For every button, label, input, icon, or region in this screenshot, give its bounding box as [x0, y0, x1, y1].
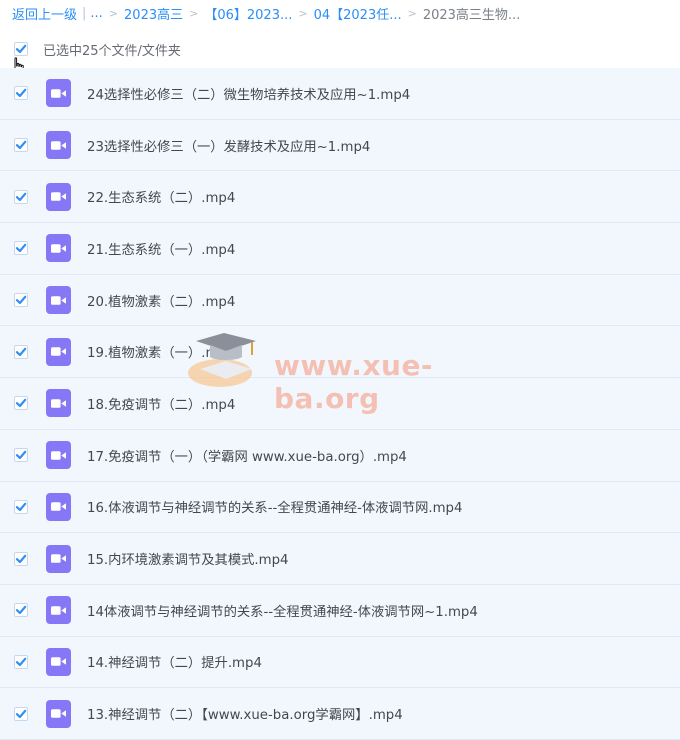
breadcrumb-separator: >: [189, 6, 199, 20]
file-row[interactable]: 22.生态系统（二）.mp4: [0, 171, 680, 224]
video-file-icon: [46, 337, 71, 366]
video-file-icon: [46, 234, 71, 263]
file-name[interactable]: 14体液调节与神经调节的关系--全程贯通神经-体液调节网~1.mp4: [87, 601, 478, 620]
file-row[interactable]: 20.植物激素（二）.mp4: [0, 274, 680, 327]
file-name[interactable]: 20.植物激素（二）.mp4: [87, 291, 235, 310]
breadcrumb-separator: >: [298, 6, 308, 20]
checkmark-icon: [15, 502, 27, 511]
file-row[interactable]: 15.内环境激素调节及其模式.mp4: [0, 533, 680, 585]
file-row[interactable]: 21.生态系统（一）.mp4: [0, 223, 680, 275]
select-all-checkbox[interactable]: [14, 42, 28, 56]
file-row[interactable]: 14体液调节与神经调节的关系--全程贯通神经-体液调节网~1.mp4: [0, 584, 680, 637]
file-name[interactable]: 16.体液调节与神经调节的关系--全程贯通神经-体液调节网.mp4: [87, 497, 462, 516]
file-row[interactable]: 17.免疫调节（一）（学霸网 www.xue-ba.org）.mp4: [0, 429, 680, 482]
file-row[interactable]: 13.神经调节（二）【www.xue-ba.org学霸网】.mp4: [0, 688, 680, 740]
selection-count: 已选中25个文件/文件夹: [43, 43, 181, 59]
checkmark-icon: [15, 657, 27, 667]
row-checkbox[interactable]: [14, 603, 28, 618]
file-name[interactable]: 13.神经调节（二）【www.xue-ba.org学霸网】.mp4: [87, 704, 403, 723]
checkmark-icon: [15, 554, 27, 563]
checkmark-icon: [15, 605, 27, 615]
breadcrumb-separator: >: [407, 6, 417, 20]
breadcrumb-separator: >: [108, 6, 119, 20]
checkmark-icon: [15, 347, 27, 356]
checkmark-icon: [15, 44, 27, 54]
row-checkbox[interactable]: [14, 499, 28, 514]
breadcrumb: 返回上一级 | ... > 2023高三 > 【06】2023... > 04【…: [0, 0, 680, 26]
breadcrumb-ellipsis[interactable]: ...: [90, 6, 102, 21]
checkmark-icon: [15, 244, 27, 253]
checkmark-icon: [15, 89, 27, 98]
row-checkbox[interactable]: [14, 654, 28, 669]
breadcrumb-current: 2023高三生物...: [422, 7, 521, 23]
file-row[interactable]: 23选择性必修三（一）发酵技术及应用~1.mp4: [0, 119, 680, 172]
file-row[interactable]: 14.神经调节（二）提升.mp4: [0, 636, 680, 689]
row-checkbox[interactable]: [14, 448, 28, 463]
file-name[interactable]: 17.免疫调节（一）（学霸网 www.xue-ba.org）.mp4: [87, 446, 407, 465]
row-checkbox[interactable]: [14, 138, 28, 153]
selection-bar: 已选中25个文件/文件夹: [0, 32, 680, 66]
video-file-icon: [46, 131, 71, 160]
back-link[interactable]: 返回上一级: [12, 4, 77, 23]
video-file-icon: [46, 596, 71, 625]
breadcrumb-item[interactable]: 2023高三: [124, 4, 183, 23]
video-file-icon: [46, 79, 71, 108]
row-checkbox[interactable]: [14, 293, 28, 308]
checkmark-icon: [15, 399, 27, 408]
row-checkbox[interactable]: [14, 344, 28, 359]
video-file-icon: [46, 647, 71, 676]
checkmark-icon: [15, 709, 27, 718]
file-row[interactable]: 24选择性必修三（二）微生物培养技术及应用~1.mp4: [0, 68, 680, 120]
video-file-icon: [46, 699, 71, 728]
file-name[interactable]: 23选择性必修三（一）发酵技术及应用~1.mp4: [87, 136, 370, 155]
video-file-icon: [46, 441, 71, 470]
row-checkbox[interactable]: [14, 189, 28, 204]
checkmark-icon: [15, 295, 27, 305]
video-file-icon: [46, 286, 71, 315]
checkmark-icon: [15, 140, 27, 150]
file-name[interactable]: 21.生态系统（一）.mp4: [87, 239, 235, 258]
file-name[interactable]: 14.神经调节（二）提升.mp4: [87, 652, 262, 671]
row-checkbox[interactable]: [14, 86, 28, 101]
row-checkbox[interactable]: [14, 241, 28, 256]
video-file-icon: [46, 389, 71, 418]
breadcrumb-item[interactable]: 【06】2023...: [204, 4, 292, 23]
file-name[interactable]: 24选择性必修三（二）微生物培养技术及应用~1.mp4: [87, 84, 410, 103]
file-row[interactable]: 18.免疫调节（二）.mp4: [0, 378, 680, 430]
row-checkbox[interactable]: [14, 706, 28, 721]
file-name[interactable]: 22.生态系统（二）.mp4: [87, 187, 235, 206]
checkmark-icon: [15, 192, 27, 201]
video-file-icon: [46, 492, 71, 521]
file-list: 24选择性必修三（二）微生物培养技术及应用~1.mp4 23选择性必修三（一）发酵…: [0, 68, 680, 740]
checkmark-icon: [15, 450, 27, 460]
file-name[interactable]: 15.内环境激素调节及其模式.mp4: [87, 549, 289, 568]
file-name[interactable]: 19.植物激素（一）.mp4: [87, 342, 235, 361]
breadcrumb-divider: |: [82, 5, 87, 21]
row-checkbox[interactable]: [14, 551, 28, 566]
file-name[interactable]: 18.免疫调节（二）.mp4: [87, 394, 235, 413]
row-checkbox[interactable]: [14, 396, 28, 411]
video-file-icon: [46, 182, 71, 211]
file-row[interactable]: 16.体液调节与神经调节的关系--全程贯通神经-体液调节网.mp4: [0, 481, 680, 534]
breadcrumb-item[interactable]: 04【2023任...: [314, 4, 402, 23]
video-file-icon: [46, 544, 71, 573]
file-row[interactable]: 19.植物激素（一）.mp4: [0, 326, 680, 379]
